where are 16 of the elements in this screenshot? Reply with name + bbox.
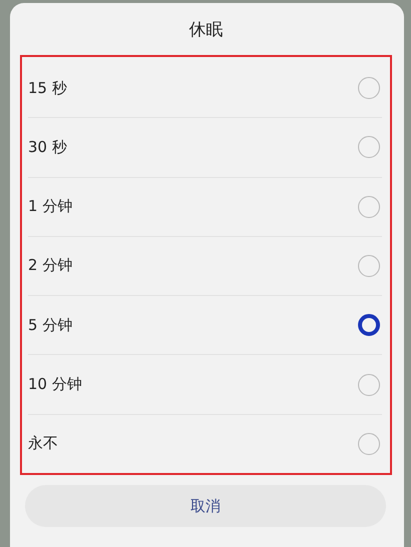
option-label[interactable]: 2 分钟 [28, 256, 72, 276]
option-label[interactable]: 10 分钟 [28, 375, 82, 394]
radio-button[interactable] [358, 314, 380, 336]
radio-button[interactable] [358, 136, 380, 158]
option-label[interactable]: 永不 [28, 434, 58, 454]
radio-button[interactable] [358, 432, 380, 455]
option-label[interactable]: 1 分钟 [28, 197, 72, 216]
dialog-title: 休眠 [188, 18, 224, 42]
option-label[interactable]: 5 分钟 [28, 316, 72, 335]
radio-button[interactable] [358, 77, 380, 100]
option-label[interactable]: 15 秒 [28, 78, 67, 98]
radio-button[interactable] [358, 254, 380, 277]
option-label[interactable]: 30 秒 [28, 138, 67, 157]
radio-button[interactable] [358, 196, 380, 218]
cancel-button[interactable]: 取消 [25, 485, 386, 527]
radio-button[interactable] [358, 374, 380, 396]
